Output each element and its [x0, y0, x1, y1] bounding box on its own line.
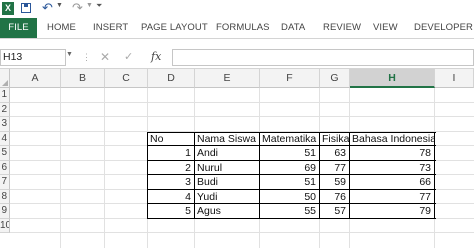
enter-check-icon[interactable]: ✓: [124, 50, 133, 63]
table-cell[interactable]: 79: [350, 204, 434, 219]
undo-icon[interactable]: ↶: [42, 0, 53, 15]
name-box[interactable]: H13: [0, 49, 66, 66]
table-cell[interactable]: 63: [320, 146, 349, 161]
table-cell[interactable]: 4: [148, 190, 194, 205]
column-header-f[interactable]: F: [260, 69, 320, 88]
formula-input[interactable]: [172, 49, 474, 66]
table-cell[interactable]: Nurul: [195, 161, 259, 176]
quick-access-toolbar: X ↶ ▼ ↷ ▼ ⏷: [0, 0, 474, 18]
table-header-no[interactable]: No: [148, 132, 194, 147]
table-cell[interactable]: 51: [260, 146, 319, 161]
gridline: [10, 116, 474, 117]
tab-developer[interactable]: DEVELOPER: [414, 18, 473, 38]
table-cell[interactable]: 55: [260, 204, 319, 219]
tab-home[interactable]: HOME: [47, 18, 76, 38]
table-cell[interactable]: 69: [260, 161, 319, 176]
table-border: [349, 131, 350, 219]
tab-file[interactable]: FILE: [0, 18, 37, 38]
table-cell[interactable]: 77: [350, 190, 434, 205]
table-border: [319, 131, 320, 219]
tab-data[interactable]: DATA: [281, 18, 305, 38]
gridline: [10, 232, 474, 233]
cancel-icon[interactable]: ✕: [100, 50, 110, 64]
column-header-a[interactable]: A: [10, 69, 61, 88]
undo-dropdown-icon[interactable]: ▼: [56, 2, 63, 15]
insert-function-icon[interactable]: fx: [151, 50, 161, 63]
row-header[interactable]: 6: [0, 160, 10, 175]
ribbon-collapsed-area: [0, 39, 474, 47]
gridline: [10, 101, 474, 103]
table-header-indonesian[interactable]: Bahasa Indonesia: [350, 132, 434, 147]
row-header[interactable]: 2: [0, 102, 10, 117]
gridline: [104, 88, 105, 248]
row-header[interactable]: 4: [0, 131, 10, 146]
table-cell[interactable]: 66: [350, 175, 434, 190]
table-border: [148, 217, 436, 219]
tab-insert[interactable]: INSERT: [93, 18, 128, 38]
table-cell[interactable]: 51: [260, 175, 319, 190]
table-cell[interactable]: 59: [320, 175, 349, 190]
table-cell[interactable]: Yudi: [195, 190, 259, 205]
table-border: [148, 131, 436, 133]
table-border: [434, 131, 435, 219]
table-border: [148, 188, 436, 190]
name-box-dropdown-icon[interactable]: ▼: [66, 51, 73, 58]
table-header-name[interactable]: Nama Siswa: [195, 132, 259, 147]
column-header-b[interactable]: B: [61, 69, 105, 88]
table-cell[interactable]: 73: [350, 161, 434, 176]
table-header-math[interactable]: Matematika: [260, 132, 319, 147]
table-border: [259, 131, 260, 219]
row-header[interactable]: 7: [0, 175, 10, 190]
row-header[interactable]: 5: [0, 146, 10, 161]
column-header-h[interactable]: H: [350, 69, 435, 88]
table-header-physics[interactable]: Fisika: [320, 132, 349, 147]
table-cell[interactable]: 3: [148, 175, 194, 190]
row-header[interactable]: 8: [0, 189, 10, 204]
table-border: [147, 131, 148, 219]
row-header[interactable]: 9: [0, 204, 10, 219]
row-header[interactable]: 10: [0, 218, 10, 233]
column-header-d[interactable]: D: [148, 69, 195, 88]
formula-bar-grip-icon[interactable]: ⋮: [82, 52, 91, 63]
table-cell[interactable]: 77: [320, 161, 349, 176]
table-cell[interactable]: 78: [350, 146, 434, 161]
tab-review[interactable]: REVIEW: [323, 18, 361, 38]
worksheet-grid[interactable]: A B C D E F G H I 1 2 3 4 5 6 7 8 9 10 N…: [0, 69, 474, 248]
table-cell[interactable]: Agus: [195, 204, 259, 219]
table-cell[interactable]: 2: [148, 161, 194, 176]
table-border: [194, 131, 195, 219]
select-all-button[interactable]: [0, 69, 10, 88]
tab-view[interactable]: VIEW: [373, 18, 398, 38]
customize-toolbar-icon[interactable]: ⏷: [96, 1, 102, 14]
save-icon[interactable]: [21, 3, 31, 13]
table-cell[interactable]: 1: [148, 146, 194, 161]
table-cell[interactable]: 57: [320, 204, 349, 219]
table-cell[interactable]: 76: [320, 190, 349, 205]
column-header-c[interactable]: C: [105, 69, 148, 88]
table-border: [148, 174, 436, 175]
formula-bar: H13 ▼ ⋮ ✕ ✓ fx: [0, 47, 474, 69]
column-header-e[interactable]: E: [195, 69, 260, 88]
ribbon-tabs: FILE HOME INSERT PAGE LAYOUT FORMULAS DA…: [0, 18, 474, 38]
table-border: [148, 145, 436, 146]
excel-logo-icon: X: [2, 2, 14, 15]
row-header[interactable]: 1: [0, 88, 10, 103]
table-cell[interactable]: 5: [148, 204, 194, 219]
table-border: [148, 159, 436, 161]
redo-dropdown-icon[interactable]: ▼: [86, 2, 93, 15]
table-cell[interactable]: Budi: [195, 175, 259, 190]
redo-icon[interactable]: ↷: [72, 0, 83, 15]
tab-page-layout[interactable]: PAGE LAYOUT: [141, 18, 208, 38]
column-header-g[interactable]: G: [320, 69, 350, 88]
table-border: [148, 203, 436, 204]
table-cell[interactable]: Andi: [195, 146, 259, 161]
column-header-i[interactable]: I: [435, 69, 474, 88]
gridline: [60, 88, 61, 248]
row-header[interactable]: 3: [0, 117, 10, 132]
table-cell[interactable]: 50: [260, 190, 319, 205]
tab-formulas[interactable]: FORMULAS: [216, 18, 270, 38]
